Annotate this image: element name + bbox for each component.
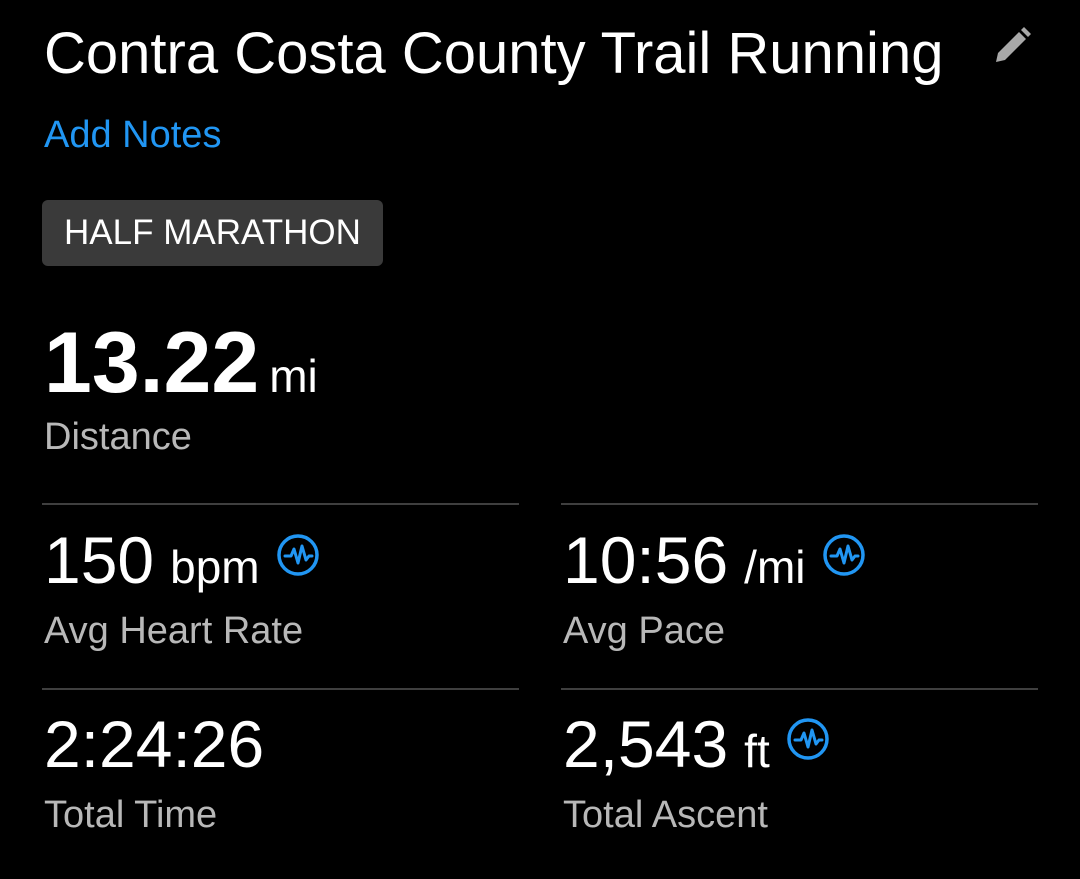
pace-value: 10:56 [563,523,729,597]
divider [42,503,519,505]
activity-tag: HALF MARATHON [42,200,383,266]
divider [561,503,1038,505]
total-time-value: 2:24:26 [44,707,265,781]
ascent-label: Total Ascent [563,794,768,836]
distance-label: Distance [44,416,192,458]
stat-total-ascent: 2,543 ft Total Ascent [563,706,1039,856]
activity-title: Contra Costa County Trail Running [44,21,944,86]
heart-rate-unit: bpm [170,541,260,593]
title-row: Contra Costa County Trail Running [44,18,1044,90]
pencil-icon[interactable] [988,22,1036,70]
stat-avg-pace: 10:56 /mi Avg Pace [563,522,1039,672]
sensor-wave-icon[interactable] [786,717,830,761]
pace-unit: /mi [744,541,806,593]
ascent-unit: ft [744,725,770,777]
heart-rate-value: 150 [44,523,155,597]
pace-label: Avg Pace [563,610,725,652]
stat-total-time: 2:24:26 Total Time [44,706,520,856]
distance-value: 13.22 [44,315,260,411]
distance-value-row: 13.22 mi [44,318,318,408]
heart-rate-label: Avg Heart Rate [44,610,304,652]
total-time-label: Total Time [44,794,218,836]
divider [561,688,1038,690]
ascent-value: 2,543 [563,707,729,781]
stat-avg-heart-rate: 150 bpm Avg Heart Rate [44,522,520,672]
activity-detail-screen: Contra Costa County Trail Running Add No… [0,0,1080,879]
add-notes-link[interactable]: Add Notes [44,112,221,158]
distance-unit: mi [269,350,318,402]
divider [42,688,519,690]
sensor-wave-icon[interactable] [822,533,866,577]
sensor-wave-icon[interactable] [276,533,320,577]
